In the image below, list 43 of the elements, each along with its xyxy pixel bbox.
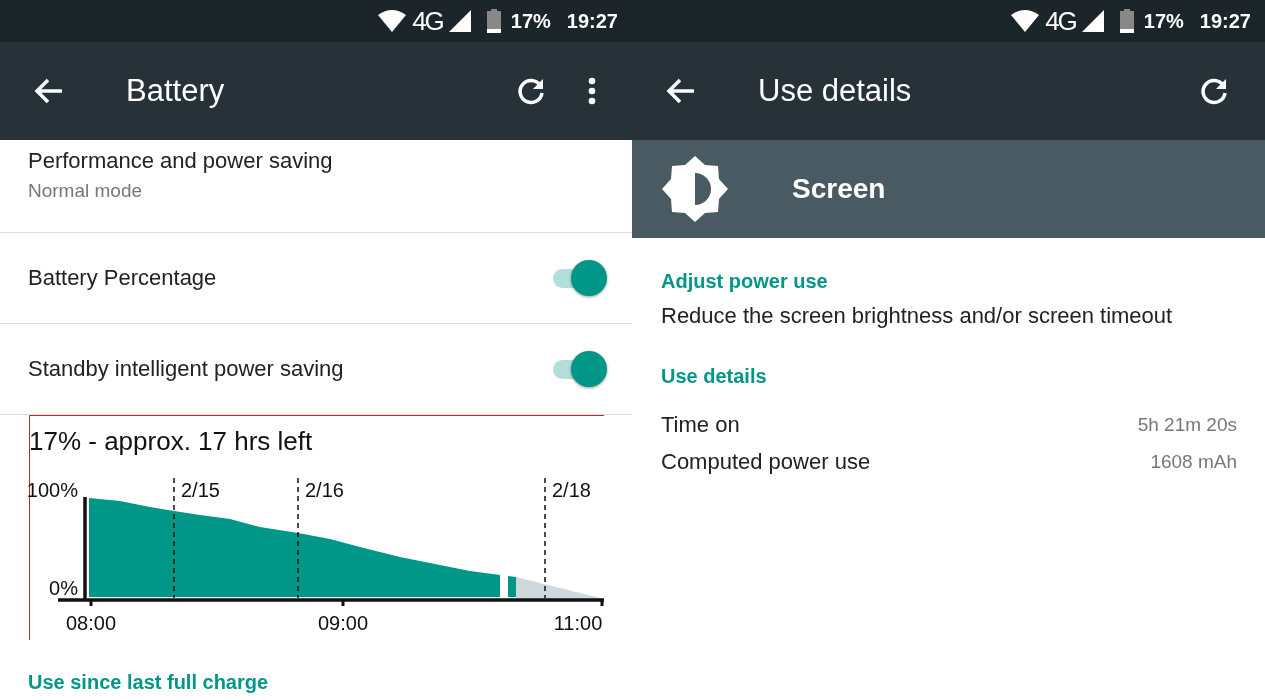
clock-time: 19:27	[566, 9, 618, 33]
date-label: 2/15	[181, 479, 220, 501]
brightness-icon	[662, 156, 728, 222]
item-title: Battery Percentage	[28, 265, 217, 291]
more-options-icon	[588, 77, 596, 105]
toolbar-title: Battery	[126, 73, 225, 109]
item-title: Performance and power saving	[28, 148, 334, 174]
date-label: 2/18	[552, 479, 591, 501]
clock-time: 19:27	[1199, 9, 1251, 33]
battery-summary: 17% - approx. 17 hrs left	[29, 426, 313, 456]
back-arrow-icon	[34, 78, 64, 104]
date-label: 2/16	[305, 479, 344, 501]
wifi-icon	[378, 10, 407, 32]
time-label: 11:00	[553, 612, 603, 634]
section-header: Use since last full charge	[27, 670, 270, 694]
time-label: 09:00	[317, 612, 369, 634]
detail-label: Computed power use	[661, 448, 871, 475]
section-header: Use details	[661, 365, 768, 388]
refresh-icon	[516, 76, 546, 106]
description-text: Reduce the screen brightness and/or screen timeout	[661, 303, 1174, 329]
signal-icon	[448, 10, 471, 32]
section-header: Adjust power use	[661, 270, 829, 293]
time-label: 08:00	[65, 612, 117, 634]
detail-value: 1608 mAh	[1150, 450, 1237, 473]
battery-percentage: 17%	[1143, 9, 1184, 33]
network-type: 4G	[412, 5, 443, 37]
battery-icon	[1119, 9, 1134, 33]
detail-value: 5h 21m 20s	[1137, 413, 1237, 436]
battery-icon	[486, 9, 501, 33]
settings-item[interactable]: Standby intelligent power saving	[0, 324, 632, 415]
refresh-icon	[1199, 76, 1229, 106]
wifi-icon	[1011, 10, 1040, 32]
network-type: 4G	[1045, 5, 1076, 37]
toolbar-title: Use details	[758, 73, 912, 109]
battery-percentage: 17%	[510, 9, 551, 33]
back-arrow-icon	[666, 78, 696, 104]
settings-item[interactable]: Battery Percentage	[0, 233, 632, 324]
axis-label: 0%	[49, 577, 78, 599]
item-subtitle: Normal mode	[28, 180, 144, 202]
detail-label: Time on	[661, 411, 740, 438]
item-title: Standby intelligent power saving	[28, 356, 344, 382]
header-title: Screen	[792, 173, 886, 205]
signal-icon	[1081, 10, 1104, 32]
